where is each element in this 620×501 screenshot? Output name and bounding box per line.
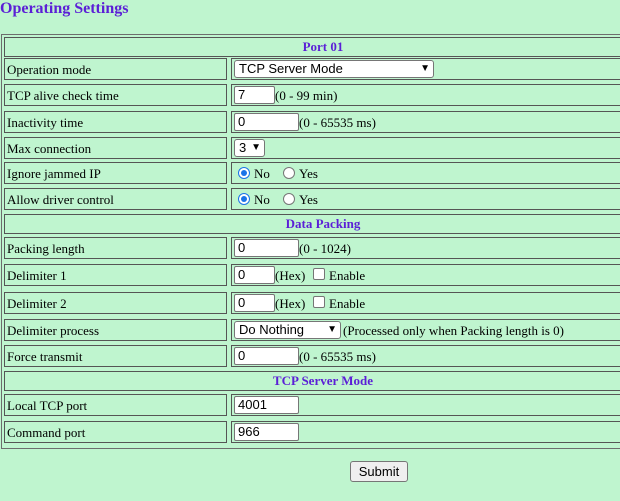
cell-delimiter-process: Do Nothing ▼ (Processed only when Packin… bbox=[231, 319, 620, 341]
label-delimiter-2: Delimiter 2 bbox=[4, 292, 227, 314]
chevron-down-icon: ▼ bbox=[251, 142, 261, 153]
ignore-ip-yes-radio[interactable] bbox=[283, 167, 295, 179]
label-delimiter-process: Delimiter process bbox=[4, 319, 227, 341]
delimiter-1-enable-checkbox[interactable] bbox=[313, 268, 325, 280]
delimiter-process-value: Do Nothing bbox=[239, 322, 305, 337]
inactivity-input[interactable]: 0 bbox=[234, 113, 299, 131]
delimiter-1-enable-label: Enable bbox=[329, 268, 366, 283]
label-inactivity: Inactivity time bbox=[4, 111, 227, 133]
label-delimiter-1: Delimiter 1 bbox=[4, 264, 227, 286]
tcp-alive-range: (0 - 99 min) bbox=[275, 88, 338, 103]
label-operation-mode: Operation mode bbox=[4, 58, 227, 80]
cell-tcp-alive: 7 (0 - 99 min) bbox=[231, 84, 620, 106]
label-command-port: Command port bbox=[4, 421, 227, 443]
cell-ignore-jammed-ip: No Yes bbox=[231, 162, 620, 184]
cell-inactivity: 0 (0 - 65535 ms) bbox=[231, 111, 620, 133]
delimiter-2-enable-label: Enable bbox=[329, 296, 366, 311]
chevron-down-icon: ▼ bbox=[420, 63, 430, 74]
cell-command-port: 966 bbox=[231, 421, 620, 443]
cell-operation-mode: TCP Server Mode ▼ bbox=[231, 58, 620, 80]
section-header-port: Port 01 bbox=[4, 37, 620, 57]
label-allow-driver-control: Allow driver control bbox=[4, 188, 227, 210]
cell-packing-length: 0 (0 - 1024) bbox=[231, 237, 620, 259]
operation-mode-value: TCP Server Mode bbox=[239, 61, 343, 76]
ignore-ip-no-label: No bbox=[254, 166, 270, 181]
label-force-transmit: Force transmit bbox=[4, 345, 227, 367]
delimiter-2-input[interactable]: 0 bbox=[234, 294, 275, 312]
operation-mode-select[interactable]: TCP Server Mode ▼ bbox=[234, 60, 434, 78]
inactivity-range: (0 - 65535 ms) bbox=[299, 115, 376, 130]
chevron-down-icon: ▼ bbox=[327, 324, 337, 335]
cell-max-connection: 3 ▼ bbox=[231, 137, 620, 159]
label-ignore-jammed-ip: Ignore jammed IP bbox=[4, 162, 227, 184]
cell-allow-driver-control: No Yes bbox=[231, 188, 620, 210]
page-title: Operating Settings bbox=[0, 0, 129, 17]
section-header-mode: TCP Server Mode bbox=[4, 371, 620, 391]
tcp-alive-input[interactable]: 7 bbox=[234, 86, 275, 104]
cell-local-tcp-port: 4001 bbox=[231, 394, 620, 416]
cell-delimiter-1: 0 (Hex) Enable bbox=[231, 264, 620, 286]
section-header-packing: Data Packing bbox=[4, 214, 620, 234]
label-local-tcp-port: Local TCP port bbox=[4, 394, 227, 416]
cell-force-transmit: 0 (0 - 65535 ms) bbox=[231, 345, 620, 367]
delimiter-1-input[interactable]: 0 bbox=[234, 266, 275, 284]
cell-delimiter-2: 0 (Hex) Enable bbox=[231, 292, 620, 314]
driver-control-yes-label: Yes bbox=[299, 192, 318, 207]
delimiter-2-enable-checkbox[interactable] bbox=[313, 296, 325, 308]
local-tcp-port-input[interactable]: 4001 bbox=[234, 396, 299, 414]
force-transmit-input[interactable]: 0 bbox=[234, 347, 299, 365]
command-port-input[interactable]: 966 bbox=[234, 423, 299, 441]
driver-control-no-radio[interactable] bbox=[238, 193, 250, 205]
settings-table: Port 01 Operation mode TCP Server Mode ▼… bbox=[1, 34, 620, 449]
driver-control-no-label: No bbox=[254, 192, 270, 207]
label-max-connection: Max connection bbox=[4, 137, 227, 159]
submit-button[interactable]: Submit bbox=[350, 461, 408, 482]
max-connection-value: 3 bbox=[239, 140, 247, 155]
driver-control-yes-radio[interactable] bbox=[283, 193, 295, 205]
force-transmit-range: (0 - 65535 ms) bbox=[299, 349, 376, 364]
ignore-ip-no-radio[interactable] bbox=[238, 167, 250, 179]
label-tcp-alive: TCP alive check time bbox=[4, 84, 227, 106]
packing-length-range: (0 - 1024) bbox=[299, 241, 351, 256]
delimiter-process-note: (Processed only when Packing length is 0… bbox=[343, 323, 564, 338]
packing-length-input[interactable]: 0 bbox=[234, 239, 299, 257]
label-packing-length: Packing length bbox=[4, 237, 227, 259]
delimiter-1-hex: (Hex) bbox=[275, 268, 306, 283]
ignore-ip-yes-label: Yes bbox=[299, 166, 318, 181]
delimiter-process-select[interactable]: Do Nothing ▼ bbox=[234, 321, 341, 339]
delimiter-2-hex: (Hex) bbox=[275, 296, 306, 311]
max-connection-select[interactable]: 3 ▼ bbox=[234, 139, 265, 157]
